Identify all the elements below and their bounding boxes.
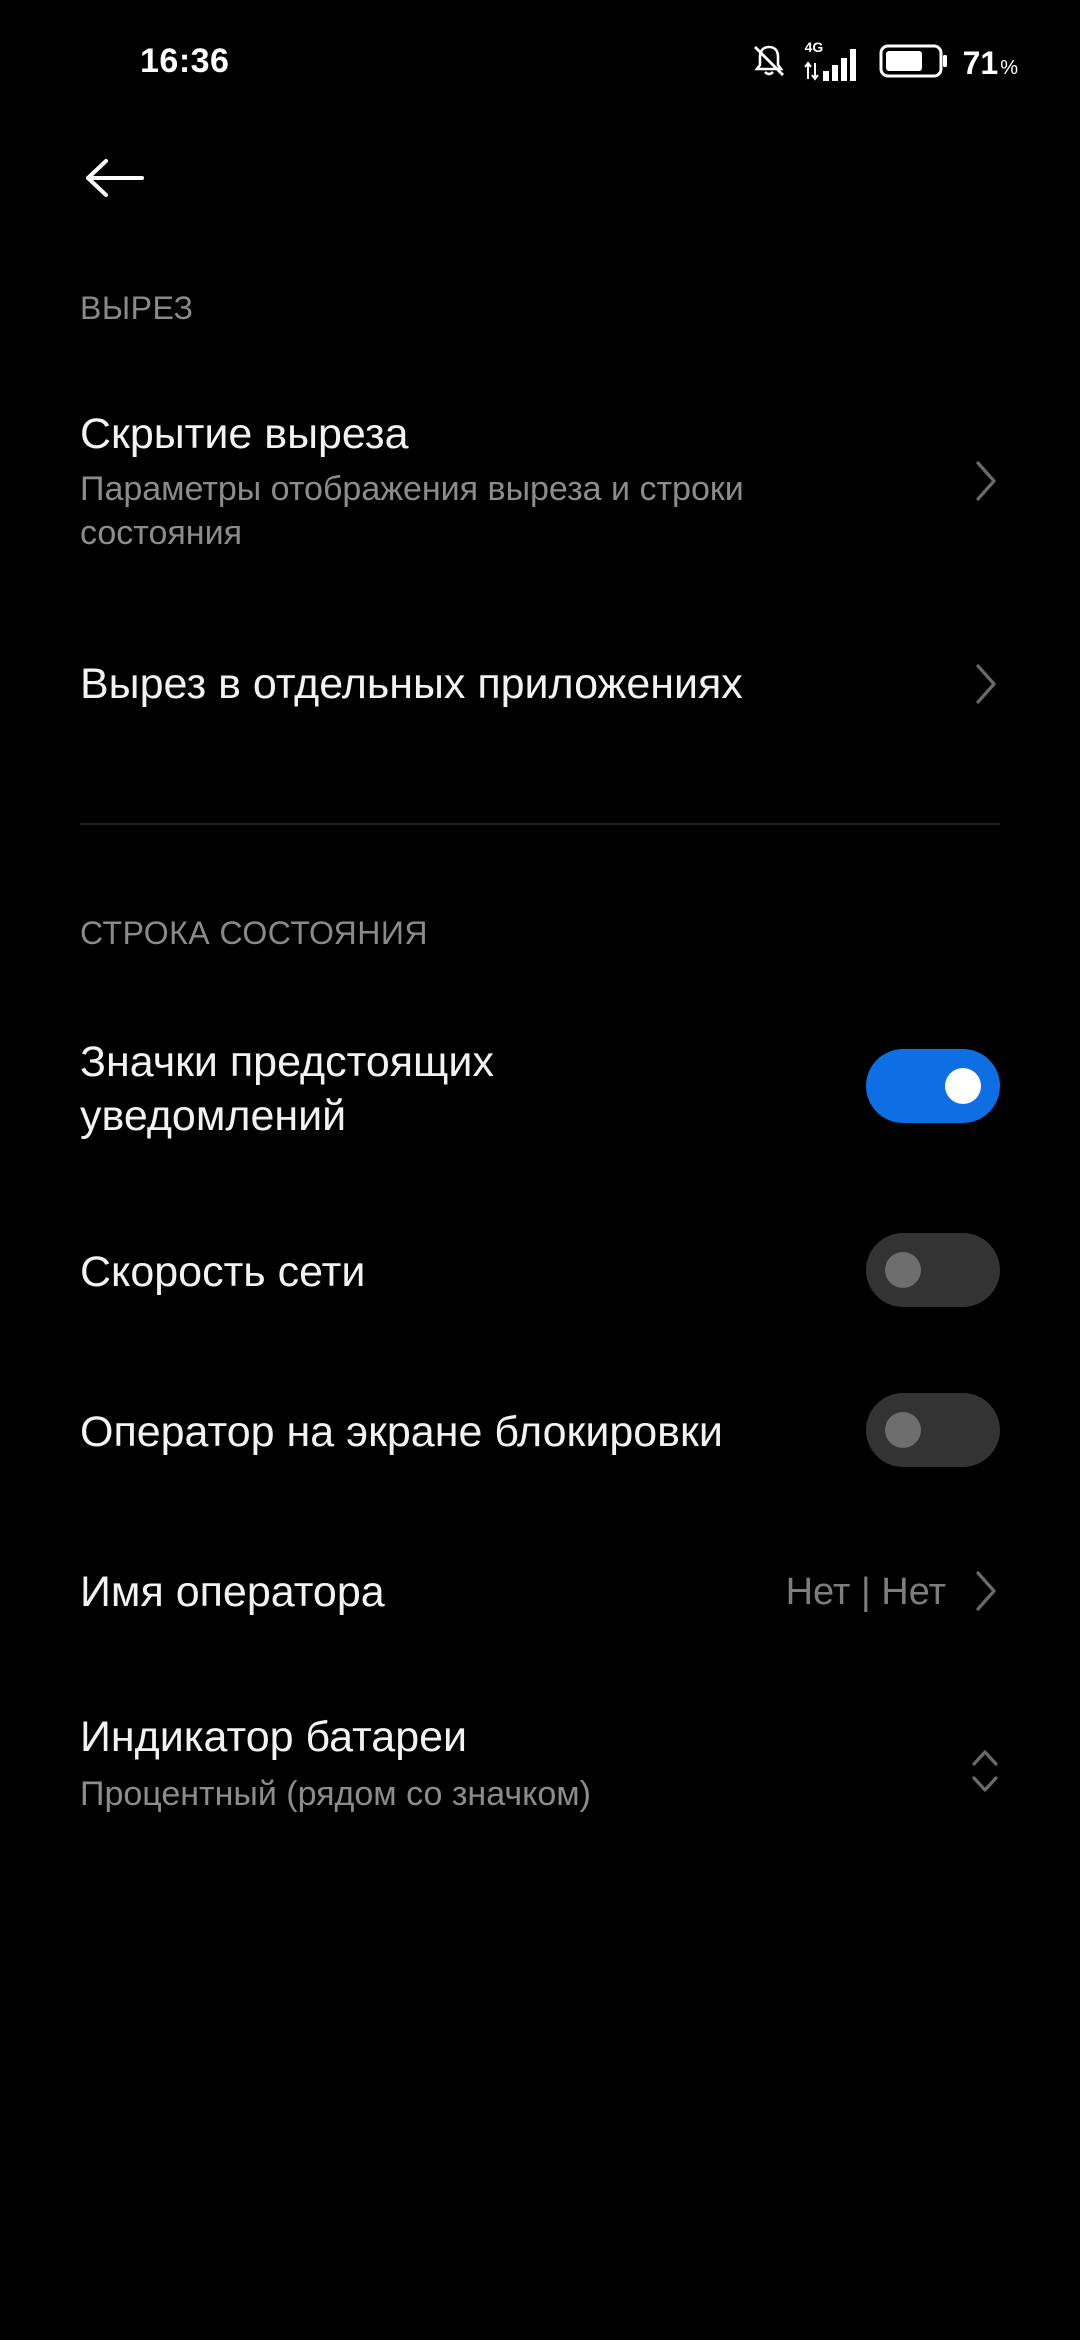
- arrow-left-icon: [84, 158, 146, 203]
- network-speed-toggle[interactable]: [866, 1233, 1000, 1307]
- carrier-name-item[interactable]: Имя оператора Нет | Нет: [0, 1545, 1080, 1635]
- toggle-knob: [885, 1252, 921, 1288]
- toggle-knob: [885, 1412, 921, 1448]
- chevron-right-icon: [970, 1569, 1000, 1613]
- hide-cutout-subtitle: Параметры отображения выреза и строки со…: [80, 470, 744, 552]
- battery-percent-unit: %: [1000, 56, 1018, 79]
- section-divider: [80, 823, 1000, 825]
- battery-percentage: 71%: [963, 45, 1018, 82]
- carrier-lockscreen-item[interactable]: Оператор на экране блокировки: [0, 1385, 1080, 1475]
- battery-indicator-item[interactable]: Индикатор батареи Процентный (рядом со з…: [0, 1710, 1080, 1840]
- section-header-cutout: ВЫРЕЗ: [80, 290, 194, 326]
- per-app-cutout-title: Вырез в отдельных приложениях: [80, 660, 743, 708]
- notification-icons-item[interactable]: Значки предстоящих уведомлений: [0, 1025, 1080, 1145]
- carrier-name-title: Имя оператора: [80, 1568, 385, 1616]
- status-icons: 4G 71%: [749, 38, 1018, 88]
- chevron-up-down-icon: [970, 1746, 1000, 1796]
- carrier-lockscreen-title: Оператор на экране блокировки: [80, 1408, 723, 1456]
- carrier-name-value: Нет | Нет: [785, 1571, 946, 1613]
- notification-icons-toggle[interactable]: [866, 1049, 1000, 1123]
- hide-cutout-item[interactable]: Скрытие выреза Параметры отображения выр…: [0, 395, 1080, 575]
- carrier-lockscreen-toggle[interactable]: [866, 1393, 1000, 1467]
- section-header-status-bar: СТРОКА СОСТОЯНИЯ: [80, 915, 428, 951]
- chevron-right-icon: [970, 459, 1000, 503]
- silent-mode-icon: [749, 41, 789, 86]
- status-bar: 16:36 4G 71 %: [0, 0, 1080, 125]
- battery-indicator-title: Индикатор батареи: [80, 1713, 468, 1761]
- hide-cutout-title: Скрытие выреза: [80, 410, 409, 458]
- network-speed-item[interactable]: Скорость сети: [0, 1225, 1080, 1315]
- battery-icon: [879, 43, 949, 84]
- status-time: 16:36: [140, 42, 230, 80]
- toggle-knob: [945, 1068, 981, 1104]
- chevron-right-icon: [970, 662, 1000, 706]
- battery-percent-value: 71: [962, 44, 999, 81]
- per-app-cutout-item[interactable]: Вырез в отдельных приложениях: [0, 630, 1080, 740]
- battery-indicator-subtitle: Процентный (рядом со значком): [80, 1775, 591, 1813]
- back-button[interactable]: [80, 150, 150, 210]
- network-speed-title: Скорость сети: [80, 1248, 366, 1296]
- notification-icons-title: Значки предстоящих уведомлений: [80, 1038, 494, 1140]
- signal-icon: 4G: [803, 39, 865, 85]
